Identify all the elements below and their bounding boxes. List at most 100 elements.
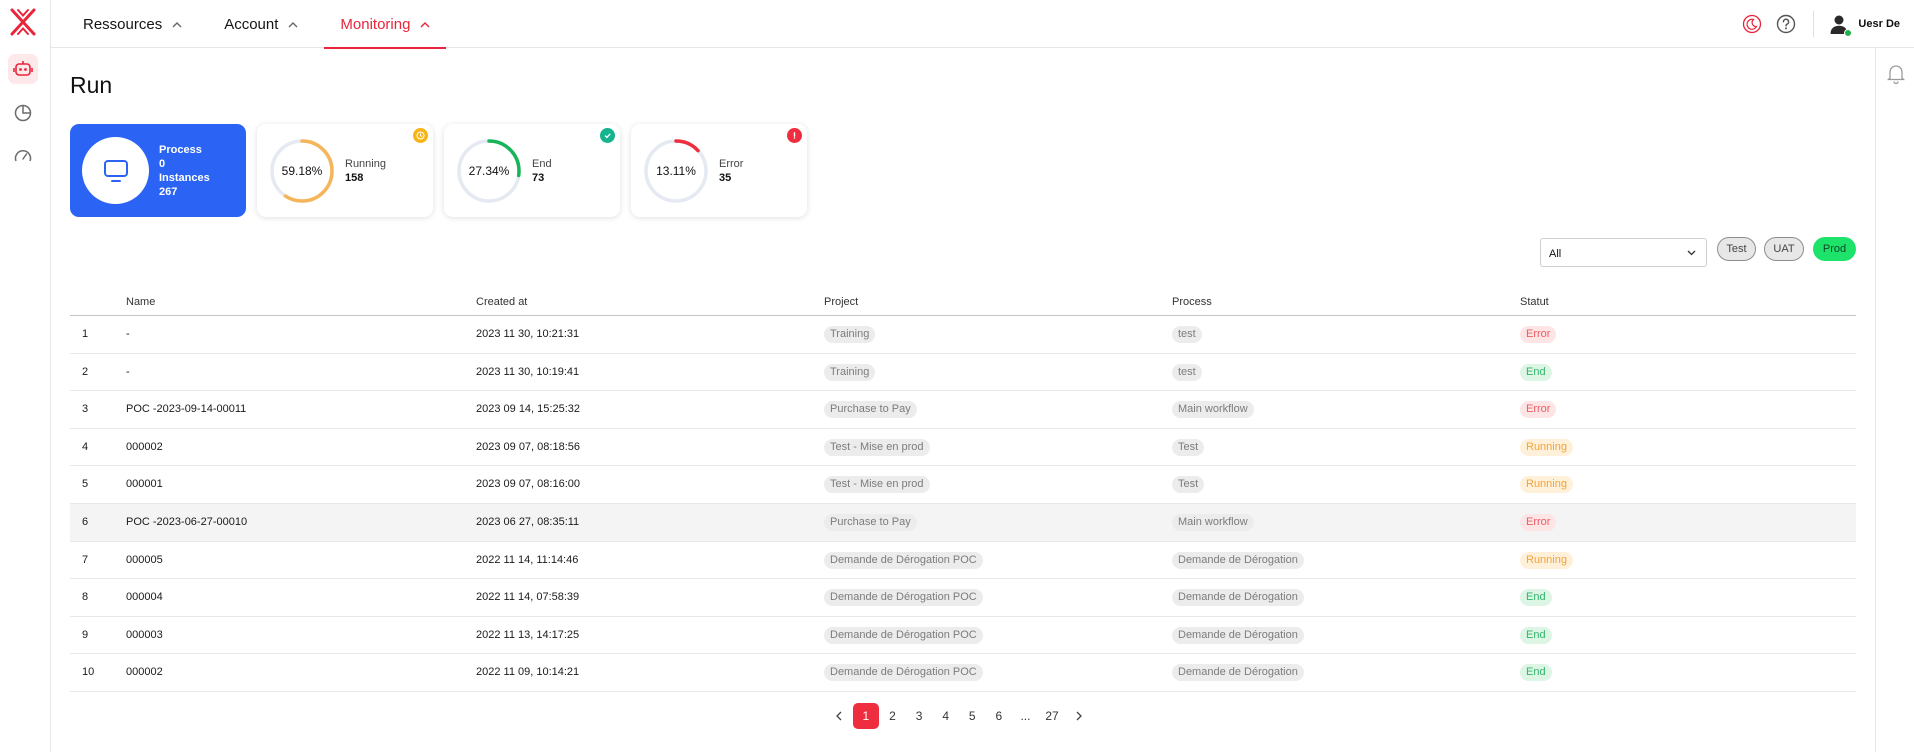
- page-ellipsis: ...: [1020, 709, 1031, 723]
- main-menu: Ressources Account Monitoring: [67, 0, 456, 49]
- error-percent: 13.11%: [656, 164, 696, 178]
- process-tag: Main workflow: [1172, 401, 1254, 419]
- instances-label: Instances: [159, 172, 210, 184]
- running-label-group: Running 158: [345, 157, 386, 185]
- row-created-at: 2023 09 14, 15:25:32: [476, 403, 580, 416]
- error-label-group: Error 35: [719, 157, 743, 185]
- process-tag: Main workflow: [1172, 513, 1254, 531]
- error-label: Error: [719, 158, 744, 170]
- environment-select[interactable]: All: [1540, 238, 1707, 267]
- status-badge: Running: [1520, 476, 1573, 494]
- top-right-tools: Uesr De: [1729, 0, 1900, 48]
- row-number: 8: [82, 591, 89, 604]
- page-button[interactable]: 3: [906, 703, 932, 729]
- table-row[interactable]: 2 - 2023 11 30, 10:19:41 Training test End: [70, 354, 1856, 392]
- header-name[interactable]: Name: [126, 296, 155, 308]
- project-tag: Purchase to Pay: [824, 401, 917, 419]
- project-tag: Training: [824, 326, 876, 343]
- table-header: Name Created at Project Process Statut: [70, 292, 1856, 316]
- running-summary-card[interactable]: 59.18% Running 158: [257, 124, 433, 217]
- left-rail: [0, 0, 51, 752]
- page-title: Run: [70, 72, 113, 98]
- row-name: 000003: [126, 628, 163, 641]
- page-button[interactable]: 27: [1039, 703, 1065, 729]
- right-rail: [1875, 48, 1914, 752]
- table-row[interactable]: 4 000002 2023 09 07, 08:18:56 Test - Mise e…: [70, 429, 1856, 467]
- table-row[interactable]: 6 POC -2023-06-27-00010 2023 06 27, 08:35:…: [70, 503, 1856, 542]
- page-button[interactable]: 4: [933, 703, 959, 729]
- prev-page-button[interactable]: [826, 703, 852, 729]
- runs-table: Name Created at Project Process Statut 1…: [70, 292, 1856, 692]
- alert-badge-icon: [787, 128, 802, 143]
- project-tag: Test - Mise en prod: [824, 438, 930, 456]
- status-badge: Error: [1520, 401, 1557, 419]
- user-name[interactable]: Uesr De: [1858, 18, 1900, 30]
- project-tag: Demande de Dérogation POC: [824, 626, 983, 644]
- robot-icon: [13, 61, 33, 76]
- header-project[interactable]: Project: [824, 296, 858, 308]
- help-button[interactable]: [1775, 13, 1797, 35]
- theme-toggle-button[interactable]: [1741, 13, 1763, 35]
- chevron-left-icon: [836, 711, 842, 721]
- header-process[interactable]: Process: [1172, 296, 1212, 308]
- status-badge: Running: [1520, 551, 1573, 569]
- menu-ressources[interactable]: Ressources: [67, 0, 198, 48]
- table-row[interactable]: 8 000004 2022 11 14, 07:58:39 Demande de Dé…: [70, 579, 1856, 617]
- monitor-icon-circle: [82, 137, 149, 204]
- row-created-at: 2023 09 07, 08:18:56: [476, 440, 580, 453]
- page-numbers: 1 2 3 4 5 6... 27: [852, 703, 1066, 729]
- row-created-at: 2022 11 13, 14:17:25: [476, 628, 580, 641]
- rail-item-analytics[interactable]: [8, 98, 38, 128]
- top-bar: Ressources Account Monitoring Uesr De: [51, 0, 1914, 49]
- online-status-dot: [1844, 29, 1853, 37]
- exclamation-icon: [793, 132, 796, 139]
- page-button[interactable]: 1: [852, 703, 879, 729]
- page-button[interactable]: 6: [986, 703, 1012, 729]
- end-summary-card[interactable]: 27.34% End 73: [444, 124, 620, 217]
- row-number: 6: [82, 515, 89, 528]
- next-page-button[interactable]: [1066, 703, 1092, 729]
- divider: [1813, 11, 1815, 37]
- row-name: POC -2023-06-27-00010: [126, 515, 248, 528]
- page-button[interactable]: 2: [879, 703, 905, 729]
- header-created-at[interactable]: Created at: [476, 296, 527, 308]
- chip-prod[interactable]: Prod: [1813, 237, 1856, 261]
- table-row[interactable]: 9 000003 2022 11 13, 14:17:25 Demande de Dé…: [70, 617, 1856, 655]
- table-row[interactable]: 1 - 2023 11 30, 10:21:31 Training test Error: [70, 316, 1856, 354]
- error-count: 35: [719, 172, 732, 184]
- status-badge: End: [1520, 664, 1552, 682]
- menu-account[interactable]: Account: [208, 0, 314, 48]
- row-number: 5: [82, 478, 89, 491]
- row-name: POC -2023-09-14-00011: [126, 403, 247, 416]
- moon-icon: [1743, 14, 1762, 34]
- process-summary-card[interactable]: Process 0 Instances 267: [70, 124, 246, 217]
- menu-monitoring[interactable]: Monitoring: [324, 0, 447, 49]
- chip-uat[interactable]: UAT: [1764, 237, 1804, 261]
- table-row[interactable]: 7 000005 2022 11 14, 11:14:46 Demande de Dé…: [70, 542, 1856, 580]
- table-row[interactable]: 3 POC -2023-09-14-00011 2023 09 14, 15:25:…: [70, 391, 1856, 429]
- avatar[interactable]: [1828, 13, 1853, 37]
- process-tag: Demande de Dérogation: [1172, 589, 1304, 607]
- rail-item-monitoring[interactable]: [8, 142, 38, 172]
- chip-test[interactable]: Test: [1717, 237, 1756, 261]
- row-created-at: 2023 06 27, 08:35:11: [476, 515, 580, 528]
- row-number: 4: [82, 440, 89, 453]
- page-button[interactable]: 5: [959, 703, 985, 729]
- pagination: 1 2 3 4 5 6... 27: [826, 703, 1092, 729]
- row-name: -: [126, 328, 130, 340]
- error-summary-card[interactable]: 13.11% Error 35: [631, 124, 807, 217]
- process-tag: test: [1172, 326, 1202, 343]
- row-name: 000002: [126, 666, 163, 679]
- end-percent: 27.34%: [468, 164, 510, 178]
- end-label-group: End 73: [532, 157, 552, 185]
- project-tag: Training: [824, 363, 876, 381]
- process-tag: Demande de Dérogation: [1172, 664, 1304, 682]
- table-row[interactable]: 10 000002 2022 11 09, 10:14:21 Demande de D…: [70, 654, 1856, 692]
- running-percent: 59.18%: [281, 164, 323, 178]
- rail-item-robots[interactable]: [8, 54, 38, 84]
- bell-icon[interactable]: [1886, 62, 1906, 84]
- app-logo-icon[interactable]: [8, 6, 38, 38]
- table-row[interactable]: 5 000001 2023 09 07, 08:16:00 Test - Mise e…: [70, 466, 1856, 504]
- process-tag: Demande de Dérogation: [1172, 626, 1304, 644]
- header-statut[interactable]: Statut: [1520, 296, 1549, 308]
